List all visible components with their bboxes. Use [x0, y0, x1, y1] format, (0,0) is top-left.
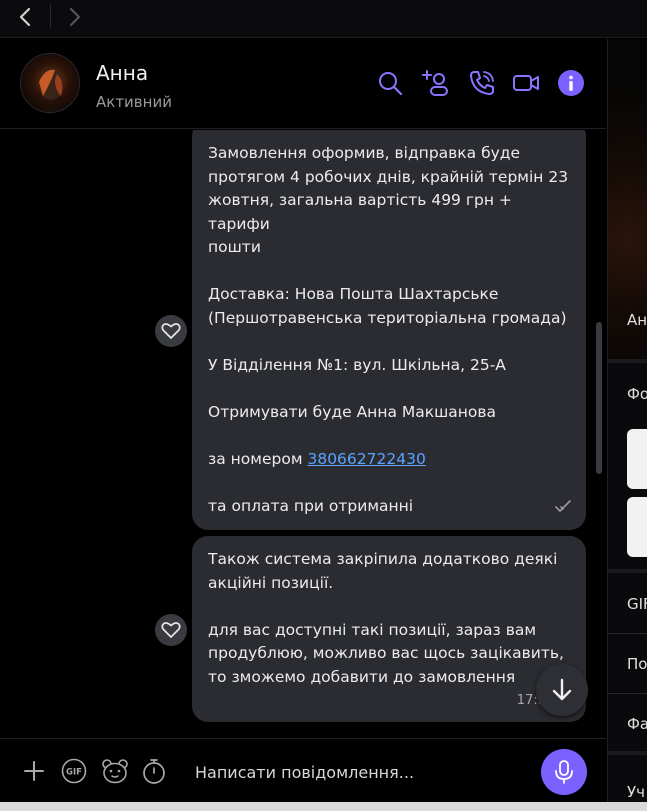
- search-icon: [379, 72, 403, 96]
- message-line: Замовлення оформив, відправка буде: [208, 144, 521, 162]
- messenger-window: Анна Активний Ан Фо GIF По Фа Уч: [0, 0, 647, 811]
- search-button[interactable]: [374, 67, 406, 99]
- message-line: акційні позиції.: [208, 573, 334, 592]
- panel-photo-thumb[interactable]: [627, 429, 647, 489]
- message-line: Також система закріпила додатково деякі: [208, 550, 558, 568]
- read-check-icon: [555, 499, 571, 512]
- panel-photos-label[interactable]: Фо: [627, 385, 647, 403]
- message-line: та оплата при отриманні: [208, 496, 414, 515]
- sticker-icon: [102, 759, 128, 784]
- contact-name: Анна: [96, 61, 149, 85]
- timer-icon: [143, 759, 165, 784]
- panel-contact-name[interactable]: Ан: [627, 311, 647, 329]
- message-composer: GIF Написати повідомлення...: [0, 738, 606, 811]
- video-call-icon: [513, 75, 539, 91]
- forward-button[interactable]: [60, 2, 90, 32]
- message-bubble[interactable]: Замовлення оформив, відправка буде протя…: [192, 130, 586, 530]
- add-participant-button[interactable]: [420, 67, 452, 99]
- info-icon: [558, 70, 584, 96]
- chevron-left-icon: [19, 7, 31, 27]
- call-button[interactable]: [466, 67, 498, 99]
- like-button[interactable]: [155, 315, 187, 347]
- message-line: У Відділення №1: вул. Шкільна, 25-А: [208, 355, 506, 374]
- voice-message-button[interactable]: [541, 749, 587, 795]
- arrow-down-icon: [552, 678, 572, 701]
- call-icon: [470, 71, 494, 95]
- panel-gif-label[interactable]: GIF: [627, 595, 647, 613]
- read-status: [554, 497, 572, 521]
- message-line: Отримувати буде Анна Макшанова: [208, 402, 497, 421]
- message-gap: [208, 595, 570, 619]
- message-line: Доставка: Нова Пошта Шахтарське: [208, 285, 499, 303]
- chat-header: Анна Активний: [0, 39, 606, 129]
- nav-separator: [50, 4, 51, 28]
- messages-scrollbar[interactable]: [596, 322, 602, 474]
- gif-button[interactable]: GIF: [60, 757, 88, 785]
- like-button[interactable]: [155, 614, 187, 646]
- phone-link[interactable]: 380662722430: [307, 450, 425, 468]
- message-input[interactable]: Написати повідомлення...: [195, 763, 414, 782]
- plus-icon: [24, 761, 44, 781]
- message-gap: [208, 330, 570, 354]
- panel-divider: [608, 751, 647, 755]
- message-line: жовтня, загальна вартість 499 грн + тари…: [208, 191, 512, 233]
- timer-button[interactable]: [140, 757, 168, 785]
- panel-photo-thumb[interactable]: [627, 497, 647, 557]
- chat-info-panel: Ан Фо GIF По Фа Уч: [607, 39, 647, 811]
- message-bubble[interactable]: Також система закріпила додатково деякі …: [192, 536, 586, 722]
- attach-button[interactable]: [20, 757, 48, 785]
- message-line: за номером 380662722430: [208, 448, 570, 472]
- message-line: протягом 4 робочих днів, крайній термін …: [208, 167, 569, 186]
- message-gap: [208, 260, 570, 284]
- avatar-image: [21, 54, 79, 112]
- message-list[interactable]: Замовлення оформив, відправка буде протя…: [0, 130, 606, 738]
- message-line: продублюю, можливо вас щось зацікавить,: [208, 644, 564, 662]
- chevron-right-icon: [69, 7, 81, 27]
- add-participant-icon: [422, 70, 448, 96]
- message-gap: [208, 471, 570, 495]
- scroll-to-bottom-button[interactable]: [536, 664, 588, 716]
- message-line: пошти: [208, 238, 261, 256]
- heart-icon: [161, 323, 181, 339]
- microphone-icon: [555, 760, 573, 784]
- panel-item-label[interactable]: По: [627, 655, 647, 673]
- heart-icon: [161, 622, 181, 638]
- window-bottom-edge: [0, 802, 647, 811]
- gif-icon-label: GIF: [66, 768, 82, 778]
- panel-item-label[interactable]: Уч: [627, 783, 645, 801]
- message-line: то зможемо добавити до замовлення: [208, 667, 516, 686]
- message-line: для вас доступні такі позиції, зараз вам: [208, 620, 537, 639]
- phone-prefix: за номером: [208, 449, 308, 468]
- panel-divider: [608, 633, 647, 634]
- gif-icon: GIF: [61, 758, 87, 784]
- message-gap: [208, 424, 570, 448]
- video-call-button[interactable]: [510, 67, 542, 99]
- sticker-button[interactable]: [101, 757, 129, 785]
- message-line: (Першотравенська територіальна громада): [208, 308, 567, 327]
- panel-divider: [608, 693, 647, 694]
- message-gap: [208, 377, 570, 401]
- avatar[interactable]: [20, 53, 80, 113]
- contact-status: Активний: [96, 93, 172, 111]
- top-navbar: [0, 0, 647, 38]
- bubble-top-pad: [208, 132, 570, 142]
- panel-divider: [608, 359, 647, 363]
- info-button[interactable]: [555, 67, 587, 99]
- back-button[interactable]: [10, 2, 40, 32]
- panel-item-label[interactable]: Фа: [627, 715, 647, 733]
- panel-divider: [608, 569, 647, 573]
